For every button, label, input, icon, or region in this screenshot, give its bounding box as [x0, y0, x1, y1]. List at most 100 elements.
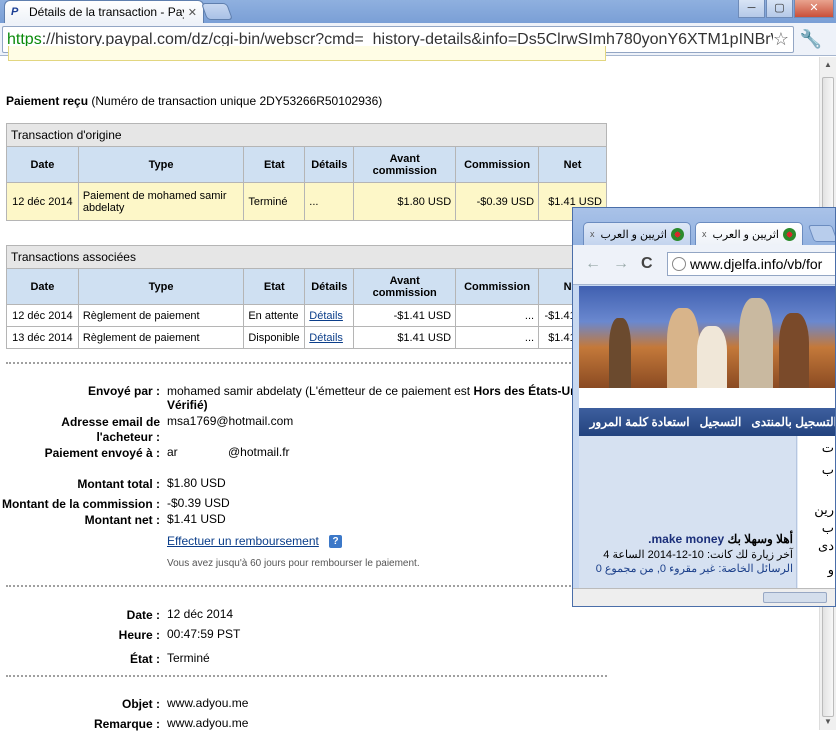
divider [6, 675, 607, 677]
table-caption: Transactions associées [6, 245, 607, 269]
secondary-toolbar: ← → C www.djelfa.info/vb/for [573, 245, 835, 285]
welcome-line: أهلا وسهلا بك make money. [648, 532, 793, 546]
cell-date: 12 déc 2014 [6, 182, 79, 221]
fee-label: Montant de la commission : [1, 497, 160, 511]
secondary-tab-title: اثريين و العرب [712, 228, 779, 241]
back-icon[interactable]: ← [585, 255, 601, 273]
bookmark-star-icon[interactable]: ☆ [772, 29, 789, 50]
sent-by-verified: Vérifié) [167, 398, 208, 412]
column-header: Avant commission [353, 146, 457, 183]
origin-transaction-table: Transaction d'origine Date Type Etat Dét… [6, 123, 607, 221]
page-title: Paiement reçu (Numéro de transaction uni… [6, 94, 382, 108]
close-window-button[interactable]: ✕ [794, 0, 834, 18]
cell-gross: $1.41 USD [353, 326, 457, 349]
column-header: Commission [455, 268, 540, 305]
secondary-url-text: www.djelfa.info/vb/for [690, 256, 823, 272]
column-header: Type [77, 146, 245, 183]
side-text: رين [814, 502, 834, 517]
notice-box [8, 46, 606, 61]
browser-tab-paypal[interactable]: P Détails de la transaction - PayPal ✕ [4, 0, 204, 23]
table-row: 12 déc 2014 Paiement de mohamed samir ab… [6, 182, 607, 221]
window-titlebar: P Détails de la transaction - PayPal ✕ ─… [0, 0, 836, 23]
side-text: ب [821, 462, 834, 477]
column-header: Date [6, 268, 79, 305]
total-label: Montant total : [77, 477, 160, 491]
welcome-prefix: أهلا وسهلا بك [727, 532, 793, 546]
secondary-tab-close-icon[interactable]: x [702, 229, 707, 239]
column-header: Avant commission [353, 268, 457, 305]
secondary-new-tab-button[interactable] [807, 225, 835, 242]
secondary-browser-window[interactable]: اثريين و العرب x اثريين و العرب x ← → C … [572, 207, 836, 607]
maximize-button[interactable]: ▢ [766, 0, 793, 18]
menu-item-more[interactable]: ا [579, 415, 580, 429]
minimize-button[interactable]: ─ [738, 0, 765, 18]
forum-body: أهلا وسهلا بك make money. آخر زيارة لك ك… [579, 436, 835, 588]
net-label: Montant net : [84, 513, 160, 527]
related-transactions-table: Transactions associées Date Type Etat Dé… [6, 245, 607, 349]
remark-label: Remarque : [93, 717, 160, 731]
state-label: État : [130, 652, 160, 666]
date-value: 12 déc 2014 [167, 607, 234, 621]
scroll-up-icon[interactable]: ▲ [820, 57, 836, 73]
welcome-username[interactable]: make money. [648, 532, 724, 546]
sent-by-status: Hors des États-Unis [473, 384, 588, 398]
column-header: Date [6, 146, 79, 183]
sent-by-value: mohamed samir abdelaty (L'émetteur de ce… [167, 384, 588, 398]
transaction-id: (Numéro de transaction unique 2DY53266R5… [91, 94, 383, 108]
table-row: 13 déc 2014 Règlement de paiement Dispon… [6, 326, 607, 349]
details-link[interactable]: Détails [309, 332, 343, 344]
cell-type: Règlement de paiement [77, 304, 245, 327]
secondary-tab-close-icon[interactable]: x [590, 229, 595, 239]
sent-to-value-a: ar [167, 445, 178, 459]
side-text: و [827, 562, 834, 577]
menu-item-register[interactable]: التسجيل [700, 415, 742, 429]
divider [6, 362, 607, 364]
help-icon[interactable]: ? [329, 535, 342, 548]
sent-by-text: mohamed samir abdelaty (L'émetteur de ce… [167, 384, 471, 398]
new-tab-button[interactable] [200, 3, 234, 20]
secondary-tab-active[interactable]: اثريين و العرب x [695, 222, 803, 245]
refund-note: Vous avez jusqu'à 60 jours pour rembours… [167, 558, 420, 569]
side-text: ت [821, 440, 834, 455]
reload-icon[interactable]: C [641, 255, 653, 273]
cell-fee: -$0.39 USD [455, 182, 540, 221]
email-label-line1: Adresse email de [61, 415, 160, 429]
sent-to-value-b: @hotmail.fr [228, 445, 290, 459]
page-globe-icon [672, 257, 686, 271]
tab-title: Détails de la transaction - PayPal [29, 5, 184, 19]
column-header: Détails [304, 146, 355, 183]
column-header: Type [77, 268, 245, 305]
horizontal-scroll-thumb[interactable] [763, 592, 827, 603]
menu-item-register-forum[interactable]: التسجيل بالمنتدى [751, 415, 835, 429]
forum-menu-bar: التسجيل بالمنتدى التسجيل استعادة كلمة ال… [579, 408, 835, 436]
cell-gross: $1.80 USD [353, 182, 457, 221]
details-link[interactable]: Détails [309, 310, 343, 322]
wrench-menu-icon[interactable]: 🔧 [800, 29, 822, 50]
cell-status: En attente [243, 304, 306, 327]
cell-date: 13 déc 2014 [6, 326, 79, 349]
secondary-tab-title: اثريين و العرب [600, 228, 667, 241]
secondary-address-bar[interactable]: www.djelfa.info/vb/for [667, 252, 835, 276]
refund-link[interactable]: Effectuer un remboursement [167, 534, 319, 548]
cell-status: Terminé [243, 182, 306, 221]
forum-logo-icon [671, 227, 684, 241]
tab-close-icon[interactable]: ✕ [188, 6, 197, 19]
forward-icon[interactable]: → [613, 255, 629, 273]
sent-to-label: Paiement envoyé à : [44, 446, 160, 460]
scroll-down-icon[interactable]: ▼ [820, 714, 836, 730]
sent-by-label: Envoyé par : [87, 384, 160, 398]
column-header: Commission [455, 146, 540, 183]
subject-label: Objet : [122, 697, 160, 711]
side-panel: ت ب رين ب دى و [798, 436, 835, 588]
secondary-horizontal-scrollbar[interactable] [573, 588, 835, 606]
state-value: Terminé [167, 651, 210, 665]
secondary-tab-background[interactable]: اثريين و العرب x [583, 222, 691, 245]
time-value: 00:47:59 PST [167, 627, 241, 641]
private-messages-link[interactable]: الرسائل الخاصة: غير مقروء 0, من مجموع 0 [596, 562, 793, 575]
menu-item-password-recovery[interactable]: استعادة كلمة المرور [590, 415, 690, 429]
divider [6, 585, 607, 587]
side-text: دى [818, 538, 834, 553]
banner-gap [579, 388, 835, 408]
cell-fee: ... [455, 326, 540, 349]
side-text: ب [821, 520, 834, 535]
